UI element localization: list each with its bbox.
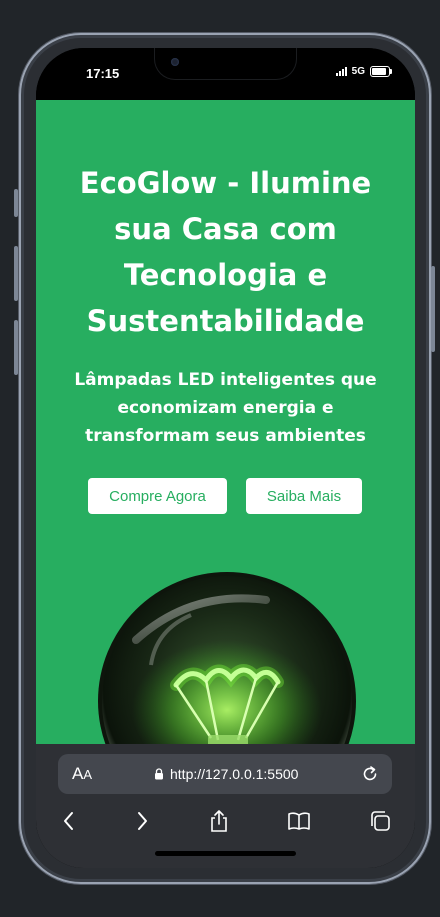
share-icon[interactable]: [206, 808, 232, 834]
url-text: http://127.0.0.1:5500: [170, 766, 299, 782]
device-screen: 17:15 5G EcoGlow - Ilumine sua Casa com …: [36, 48, 415, 868]
mute-switch: [14, 189, 18, 217]
url-display[interactable]: http://127.0.0.1:5500: [154, 766, 298, 782]
status-indicators: 5G: [335, 66, 392, 77]
tabs-icon[interactable]: [367, 808, 393, 834]
battery-level: [372, 68, 386, 75]
signal-icon: [335, 67, 347, 76]
hero-subtitle: Lâmpadas LED inteligentes que economizam…: [74, 370, 377, 446]
light-bulb-image: [98, 572, 356, 744]
text-size-label-small: A: [83, 767, 93, 782]
home-indicator: [155, 851, 296, 856]
power-button: [431, 266, 435, 352]
hero-section: EcoGlow - Ilumine sua Casa com Tecnologi…: [36, 100, 415, 744]
notch: [155, 48, 296, 79]
text-size-label: A: [72, 764, 84, 783]
back-icon[interactable]: [56, 808, 82, 834]
volume-up-button: [14, 246, 18, 301]
battery-icon: [370, 66, 392, 77]
hero-title: EcoGlow - Ilumine sua Casa com Tecnologi…: [79, 166, 372, 338]
lock-icon: [155, 768, 163, 780]
front-camera: [171, 58, 179, 66]
status-time: 17:15: [86, 66, 120, 81]
learn-more-button[interactable]: Saiba Mais: [246, 478, 362, 514]
browser-chrome: AA http://127.0.0.1:5500: [36, 744, 415, 868]
reload-icon[interactable]: [360, 764, 380, 784]
address-bar[interactable]: AA http://127.0.0.1:5500: [58, 754, 392, 794]
volume-down-button: [14, 320, 18, 375]
browser-toolbar: [36, 802, 415, 842]
status-bar: 17:15 5G: [36, 48, 415, 100]
network-type: 5G: [351, 66, 365, 77]
buy-now-button[interactable]: Compre Agora: [88, 478, 227, 514]
bookmarks-icon[interactable]: [286, 808, 312, 834]
text-size-button[interactable]: AA: [72, 764, 92, 784]
forward-icon[interactable]: [129, 808, 155, 834]
